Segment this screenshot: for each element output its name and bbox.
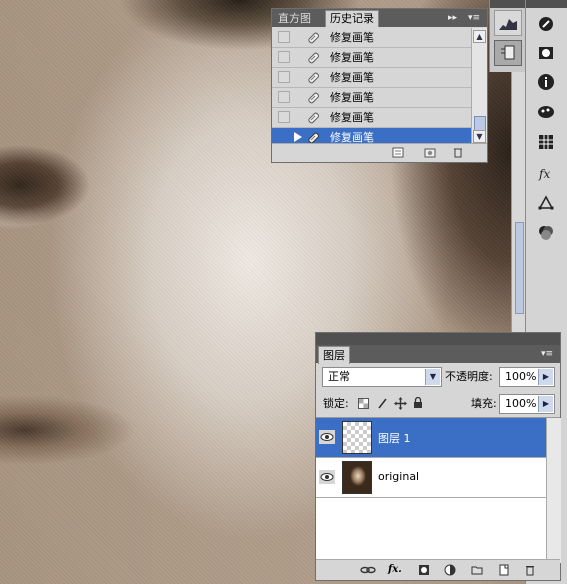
- histogram-dock-button[interactable]: [494, 10, 522, 36]
- history-step[interactable]: 修复画笔: [272, 48, 473, 68]
- history-step[interactable]: 修复画笔: [272, 28, 473, 48]
- blend-mode-select[interactable]: 正常 ▼: [322, 367, 442, 387]
- opacity-label: 不透明度:: [445, 370, 493, 383]
- layer-name: 图层 1: [378, 432, 411, 445]
- history-step[interactable]: 修复画笔: [272, 88, 473, 108]
- history-panel-tabbar: 直方图 历史记录 ▸▸ ▾≡: [272, 9, 487, 27]
- layers-footer: fx.: [316, 559, 560, 580]
- masks-icon[interactable]: [536, 43, 556, 63]
- link-layers-icon[interactable]: [360, 564, 376, 576]
- layer-list: 图层 1 original: [316, 417, 561, 563]
- tab-history[interactable]: 历史记录: [325, 10, 379, 27]
- layer-name: original: [378, 470, 420, 483]
- opacity-value: 100%: [505, 370, 537, 383]
- opacity-field[interactable]: 100% ▶: [499, 367, 555, 387]
- history-footer: [272, 143, 487, 162]
- lock-position-icon[interactable]: [394, 397, 407, 410]
- adjustment-layer-icon[interactable]: [444, 564, 456, 576]
- history-icon: [501, 45, 515, 60]
- history-brush-source-checkbox[interactable]: [278, 111, 290, 123]
- history-scrollbar[interactable]: ▲ ▼: [471, 28, 487, 146]
- lock-all-icon[interactable]: [413, 397, 423, 409]
- new-group-icon[interactable]: [471, 564, 483, 576]
- history-brush-source-checkbox[interactable]: [278, 91, 290, 103]
- dock-scrollbar[interactable]: [511, 72, 526, 332]
- fill-label: 填充:: [471, 397, 497, 410]
- visibility-eye-icon[interactable]: [319, 430, 335, 444]
- layers-panel-tabbar: 图层 ▾≡: [316, 345, 560, 364]
- navigator-icon[interactable]: [536, 14, 556, 34]
- history-list: 修复画笔 修复画笔 修复画笔 修复画笔 修复画笔 修复画笔: [272, 28, 473, 146]
- healing-brush-icon: [308, 52, 320, 64]
- history-panel: 直方图 历史记录 ▸▸ ▾≡ 修复画笔 修复画笔 修复画笔 修复画笔 修复画笔 …: [271, 8, 488, 163]
- panel-collapse-icon[interactable]: ▸▸: [448, 11, 457, 25]
- delete-layer-icon[interactable]: [524, 564, 536, 576]
- layers-panel: 图层 ▾≡ 正常 ▼ 不透明度: 100% ▶ 锁定: 填充: 100% ▶ 图…: [315, 332, 561, 581]
- history-dock-button[interactable]: [494, 40, 522, 66]
- add-mask-icon[interactable]: [418, 564, 430, 576]
- tab-histogram[interactable]: 直方图: [274, 11, 315, 27]
- channels-icon[interactable]: [536, 223, 556, 243]
- history-step[interactable]: 修复画笔: [272, 68, 473, 88]
- delete-state-icon[interactable]: [452, 147, 464, 158]
- tab-layers[interactable]: 图层: [318, 346, 350, 364]
- fill-field[interactable]: 100% ▶: [499, 394, 555, 414]
- lock-image-icon[interactable]: [377, 398, 388, 409]
- dock-scroll-thumb[interactable]: [515, 222, 524, 314]
- new-snapshot-icon[interactable]: [424, 147, 436, 158]
- healing-brush-icon: [308, 72, 320, 84]
- paths-icon[interactable]: [536, 193, 556, 213]
- collapsed-panel-dock: [489, 0, 526, 72]
- chevron-down-icon: ▼: [425, 369, 440, 385]
- history-step-label: 修复画笔: [330, 51, 374, 64]
- actions-icon[interactable]: fx: [536, 163, 556, 183]
- layer-row[interactable]: 图层 1: [316, 418, 546, 458]
- panel-menu-icon[interactable]: ▾≡: [468, 11, 480, 25]
- svg-text:fx: fx: [538, 167, 550, 181]
- healing-brush-icon: [308, 92, 320, 104]
- chevron-right-icon[interactable]: ▶: [538, 369, 553, 385]
- layers-panel-grip[interactable]: [316, 333, 560, 345]
- lock-label: 锁定:: [323, 397, 349, 410]
- fx-icon[interactable]: fx.: [388, 564, 402, 576]
- history-brush-source-checkbox[interactable]: [278, 51, 290, 63]
- swatches-icon[interactable]: [536, 132, 556, 152]
- new-layer-icon[interactable]: [498, 564, 510, 576]
- history-brush-source-checkbox[interactable]: [278, 71, 290, 83]
- history-step-label: 修复画笔: [330, 111, 374, 124]
- scroll-up-icon[interactable]: ▲: [473, 30, 486, 43]
- history-step-label: 修复画笔: [330, 91, 374, 104]
- chevron-right-icon[interactable]: ▶: [538, 396, 553, 412]
- history-brush-source-checkbox[interactable]: [278, 131, 290, 143]
- layer-row[interactable]: original: [316, 458, 546, 498]
- history-step-label: 修复画笔: [330, 31, 374, 44]
- history-brush-source-checkbox[interactable]: [278, 31, 290, 43]
- histogram-icon: [499, 19, 517, 30]
- layer-thumbnail: [342, 421, 372, 454]
- history-step[interactable]: 修复画笔: [272, 108, 473, 128]
- history-state-slider-icon[interactable]: [294, 132, 302, 142]
- fill-value: 100%: [505, 397, 537, 410]
- healing-brush-icon: [308, 32, 320, 44]
- scroll-down-icon[interactable]: ▼: [473, 130, 486, 143]
- layer-thumbnail: [342, 461, 372, 494]
- visibility-eye-icon[interactable]: [319, 470, 335, 484]
- panel-menu-icon[interactable]: ▾≡: [541, 347, 553, 361]
- styles-icon[interactable]: [536, 102, 556, 122]
- lock-transparent-icon[interactable]: [358, 398, 369, 409]
- healing-brush-icon: [308, 112, 320, 124]
- new-document-from-state-icon[interactable]: [392, 147, 404, 158]
- blend-mode-value: 正常: [328, 370, 350, 383]
- layers-scrollbar[interactable]: [546, 418, 561, 563]
- history-step-label: 修复画笔: [330, 71, 374, 84]
- info-icon[interactable]: [536, 72, 556, 92]
